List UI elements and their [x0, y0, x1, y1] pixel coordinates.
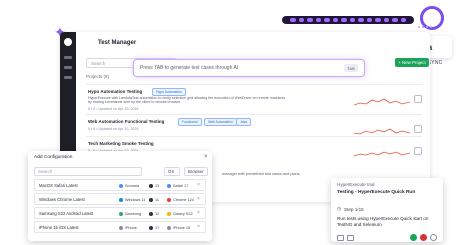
version-chip[interactable]: 13 [149, 182, 159, 189]
version-value: 17 [155, 225, 160, 230]
version-chip[interactable]: 12 [149, 210, 159, 217]
project-meta: 5 • 6 • Updated on Apr 15, 2024 [88, 107, 139, 111]
os-chip[interactable]: Windows 11 [119, 196, 145, 203]
remove-icon[interactable]: × [197, 210, 200, 216]
os-select[interactable]: OS [164, 167, 180, 176]
version-value: 11 [155, 197, 159, 202]
config-row[interactable]: MacOS Safari Latest Sonoma 13 Safari 17 … [34, 179, 206, 191]
project-tag: Java [236, 118, 252, 126]
browser-value: Chrome 124 [173, 197, 194, 202]
image-icon[interactable] [347, 234, 354, 241]
version-value: 13 [155, 183, 160, 188]
os-chip[interactable]: Samsung [119, 210, 141, 217]
version-chip[interactable]: 17 [149, 224, 159, 231]
clock-icon: ◷ [337, 206, 342, 211]
browser-chip[interactable]: Chrome 124 [167, 196, 194, 203]
add-configuration-panel: Add Configuration × Search OS Browser Ma… [28, 151, 212, 241]
project-tag: Hypo Automation [152, 88, 186, 96]
remove-icon[interactable]: × [197, 224, 200, 230]
hx-actions [337, 234, 437, 241]
browser-chip[interactable]: iPhone 15 [167, 224, 190, 231]
browser-value: Galaxy S22 [173, 211, 193, 216]
new-project-button[interactable]: + New Project [395, 58, 429, 67]
os-chip[interactable]: iPhone [119, 224, 137, 231]
browser-select[interactable]: Browser [184, 167, 208, 176]
config-search-input[interactable]: Search [34, 167, 142, 176]
ai-prompt-text: Press TAB to generate test cases through… [140, 65, 239, 71]
remove-icon[interactable]: × [197, 196, 200, 202]
hx-description: Run tests using HyperExecute Quick start… [337, 216, 429, 227]
browser-value: iPhone 15 [173, 225, 191, 230]
os-value: Samsung [125, 211, 142, 216]
camera-icon[interactable] [337, 234, 344, 241]
more-options-button[interactable] [414, 95, 422, 103]
nav-icon[interactable] [64, 66, 72, 69]
config-name: MacOS Safari Latest [39, 183, 78, 188]
browser-chip[interactable]: Safari 17 [167, 182, 188, 189]
project-tag: Web Automation [204, 118, 237, 126]
os-value: Windows 11 [125, 197, 146, 202]
remove-icon[interactable]: × [197, 182, 200, 188]
projects-count: Projects (8) [86, 74, 110, 79]
os-chip[interactable]: Sonoma [119, 182, 139, 189]
project-description: HyperExecute with LambdaTest automation … [88, 96, 286, 105]
project-title: Web Automation Functional Testing [88, 119, 165, 124]
pass-button[interactable] [410, 234, 417, 241]
config-name: Windows Chrome Latest [39, 197, 85, 202]
nav-icon[interactable] [64, 76, 72, 79]
os-value: Sonoma [125, 183, 140, 188]
config-row[interactable]: Windows Chrome Latest Windows 11 11 Chro… [34, 193, 206, 205]
hx-trial-label: HyperExecute trial [337, 182, 375, 187]
more-options-button[interactable] [414, 147, 422, 155]
activity-sparkline [354, 151, 410, 157]
project-title: Hypo Automation Testing [88, 89, 143, 94]
project-row[interactable]: Hypo Automation Testing Hypo Automation … [86, 84, 422, 114]
config-title: Add Configuration [34, 155, 73, 160]
browser-value: Safari 17 [173, 183, 189, 188]
hx-step: ◷ Step 1/15 [337, 206, 364, 212]
more-options-button[interactable] [414, 125, 422, 133]
side-description: manager with predefined test cases and p… [222, 172, 301, 176]
version-value: 12 [155, 211, 160, 216]
app-logo-icon[interactable] [64, 38, 72, 46]
config-row[interactable]: iPhone 15 iOS Latest iPhone 17 iPhone 15… [34, 221, 206, 233]
version-chip[interactable]: 11 [149, 196, 159, 203]
config-row[interactable]: Samsung S22 Android Latest Samsung 12 Ga… [34, 207, 206, 219]
close-icon[interactable]: × [204, 154, 208, 160]
page-title: Test Manager [98, 40, 137, 46]
config-name: iPhone 15 iOS Latest [39, 225, 79, 230]
activity-sparkline [354, 98, 410, 106]
hyperexecute-popup: HyperExecute trial Testing - HyperExecut… [331, 178, 443, 242]
nav-icon[interactable] [64, 56, 72, 59]
project-tag: Functional [178, 118, 202, 126]
config-name: Samsung S22 Android Latest [39, 211, 94, 216]
fail-button[interactable] [420, 234, 427, 241]
hx-title: Testing - HyperExecute Quick Run [337, 190, 416, 195]
progress-decoration [282, 16, 414, 24]
project-meta: 5 • 6 • Updated on Apr 15, 2024 [88, 127, 139, 131]
tab-key-button[interactable]: TAB [344, 64, 358, 72]
os-value: iPhone [125, 225, 137, 230]
project-title: Tech Marketing Smoke Testing [88, 141, 154, 146]
hx-step-label: Step 1/15 [344, 206, 364, 212]
ai-prompt-bar[interactable]: Press TAB to generate test cases through… [133, 59, 365, 77]
browser-chip[interactable]: Galaxy S22 [167, 210, 193, 217]
skip-button[interactable] [430, 234, 437, 241]
